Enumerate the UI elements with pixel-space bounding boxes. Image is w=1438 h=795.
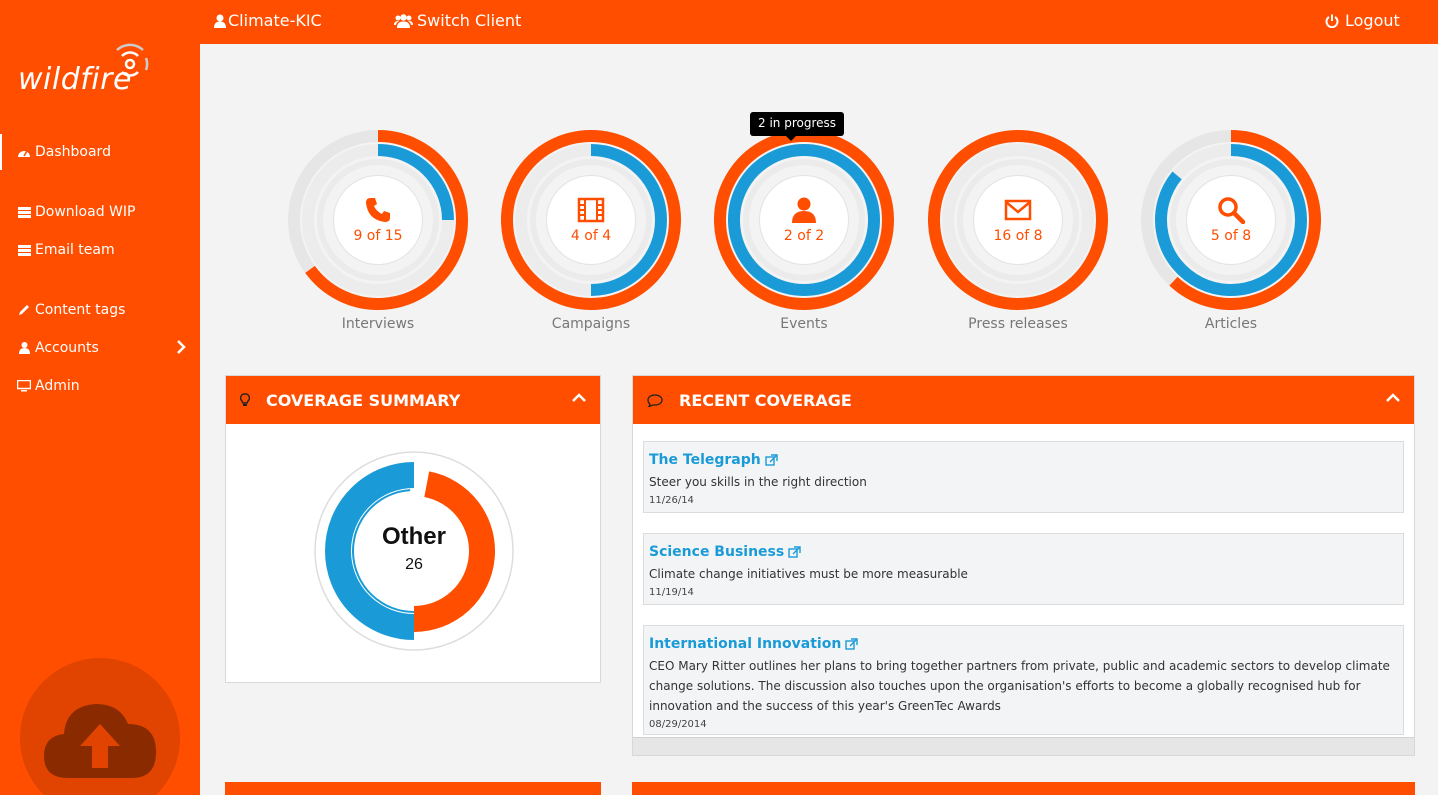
panel-title: RECENT COVERAGE: [679, 390, 852, 410]
sidebar-item-email-team[interactable]: Email team: [0, 232, 200, 268]
list-icon: [17, 244, 31, 256]
news-title-link[interactable]: The Telegraph: [649, 452, 778, 468]
ring-center: 5 of 8: [1186, 175, 1276, 265]
users-icon: [394, 13, 413, 28]
recent-coverage-header: RECENT COVERAGE: [633, 376, 1414, 424]
ring-label: Events: [780, 316, 828, 332]
ring-label: Press releases: [968, 316, 1068, 332]
current-client[interactable]: Climate-KIC: [214, 11, 322, 30]
sidebar-item-label: Admin: [35, 378, 80, 394]
sidebar-item-label: Accounts: [35, 340, 99, 356]
search-icon: [1218, 197, 1245, 224]
news-description: Steer you skills in the right direction: [649, 475, 867, 489]
news-description: Climate change initiatives must be more …: [649, 567, 968, 581]
stat-ring-events[interactable]: 2 of 2 Events: [714, 130, 894, 332]
campaigns-tooltip: 2 in progress: [750, 112, 845, 141]
signal-waves-icon: [116, 43, 149, 77]
ring-count: 9 of 15: [353, 228, 403, 244]
recent-coverage-panel: RECENT COVERAGE The Telegraph Steer you …: [632, 375, 1415, 756]
dashboard-icon: [17, 146, 31, 158]
sidebar: wildfire Dashboard Download WIP Email te…: [0, 0, 200, 795]
switch-client-label: Switch Client: [417, 11, 522, 30]
user-icon: [792, 197, 816, 223]
external-link-icon: [788, 546, 801, 558]
sidebar-item-label: Content tags: [35, 302, 126, 318]
ring-count: 5 of 8: [1210, 228, 1252, 244]
ring-count: 16 of 8: [993, 228, 1043, 244]
news-date: 11/26/14: [649, 495, 694, 506]
stat-ring-campaigns[interactable]: 4 of 4 Campaigns: [501, 130, 681, 332]
news-date: 11/19/14: [649, 587, 694, 598]
sidebar-item-admin[interactable]: Admin: [0, 368, 200, 404]
sidebar-item-accounts[interactable]: Accounts: [0, 330, 200, 366]
external-link-icon: [765, 454, 778, 466]
ring-center: 16 of 8: [973, 175, 1063, 265]
comment-icon: [647, 393, 663, 407]
user-icon: [214, 14, 226, 28]
coverage-summary-header: COVERAGE SUMMARY: [226, 376, 600, 424]
ring-count: 2 of 2: [783, 228, 825, 244]
logout-label: Logout: [1345, 11, 1400, 30]
news-date: 08/29/2014: [649, 719, 707, 730]
ring-center: 2 of 2: [759, 175, 849, 265]
switch-client-button[interactable]: Switch Client: [394, 11, 521, 30]
sidebar-item-label: Download WIP: [35, 204, 136, 220]
phone-icon: [366, 198, 390, 222]
stat-ring-interviews[interactable]: 9 of 15 Interviews: [288, 130, 468, 332]
external-link-icon: [845, 638, 858, 650]
pencil-icon: [17, 304, 31, 316]
cloud-upload-icon: [44, 704, 156, 778]
ring-label: Interviews: [341, 316, 415, 332]
ring-label: Articles: [1204, 316, 1258, 332]
sidebar-item-content-tags[interactable]: Content tags: [0, 292, 200, 328]
coverage-summary-panel: COVERAGE SUMMARY Other 26: [225, 375, 601, 683]
panel-title: COVERAGE SUMMARY: [266, 390, 461, 410]
list-item: International Innovation CEO Mary Ritter…: [643, 625, 1404, 735]
donut-center-label: Other: [382, 523, 446, 550]
wildfire-logo[interactable]: wildfire: [18, 42, 158, 98]
list-icon: [17, 206, 31, 218]
envelope-icon: [1004, 199, 1032, 221]
news-title-link[interactable]: Science Business: [649, 544, 801, 560]
client-name: Climate-KIC: [228, 11, 322, 30]
horizontal-scrollbar[interactable]: [633, 737, 1414, 755]
sidebar-item-dashboard[interactable]: Dashboard: [0, 134, 200, 170]
power-icon: [1325, 14, 1339, 28]
next-panel-header-right: [632, 782, 1415, 795]
coverage-donut-chart: Other 26: [314, 451, 514, 651]
ring-label: Campaigns: [551, 316, 631, 332]
next-panel-header-left: [225, 782, 601, 795]
ring-center: 9 of 15: [333, 175, 423, 265]
ring-center: 4 of 4: [546, 175, 636, 265]
logout-button[interactable]: Logout: [1325, 11, 1400, 30]
topbar: Climate-KIC Switch Client Logout: [200, 0, 1438, 44]
list-item: The Telegraph Steer you skills in the ri…: [643, 441, 1404, 513]
main-content: 9 of 15 Interviews 4 of 4 Campaigns 2 of…: [200, 44, 1438, 795]
film-icon: [577, 197, 605, 223]
news-description: CEO Mary Ritter outlines her plans to br…: [649, 659, 1390, 713]
sidebar-item-download-wip[interactable]: Download WIP: [0, 194, 200, 230]
ring-count: 4 of 4: [570, 228, 612, 244]
stat-ring-press-releases[interactable]: 16 of 8 Press releases: [928, 130, 1108, 332]
list-item: Science Business Climate change initiati…: [643, 533, 1404, 605]
lightbulb-icon: [240, 393, 250, 406]
upload-button[interactable]: [20, 658, 180, 795]
sidebar-item-label: Dashboard: [35, 144, 111, 160]
chevron-right-icon[interactable]: [176, 340, 186, 354]
sidebar-item-label: Email team: [35, 242, 115, 258]
donut-center-value: 26: [405, 556, 423, 573]
monitor-icon: [17, 380, 31, 392]
chevron-up-icon[interactable]: [1386, 393, 1400, 403]
user-icon: [17, 342, 31, 354]
news-title-link[interactable]: International Innovation: [649, 636, 858, 652]
stat-ring-articles[interactable]: 5 of 8 Articles: [1141, 130, 1321, 332]
chevron-up-icon[interactable]: [572, 393, 586, 403]
